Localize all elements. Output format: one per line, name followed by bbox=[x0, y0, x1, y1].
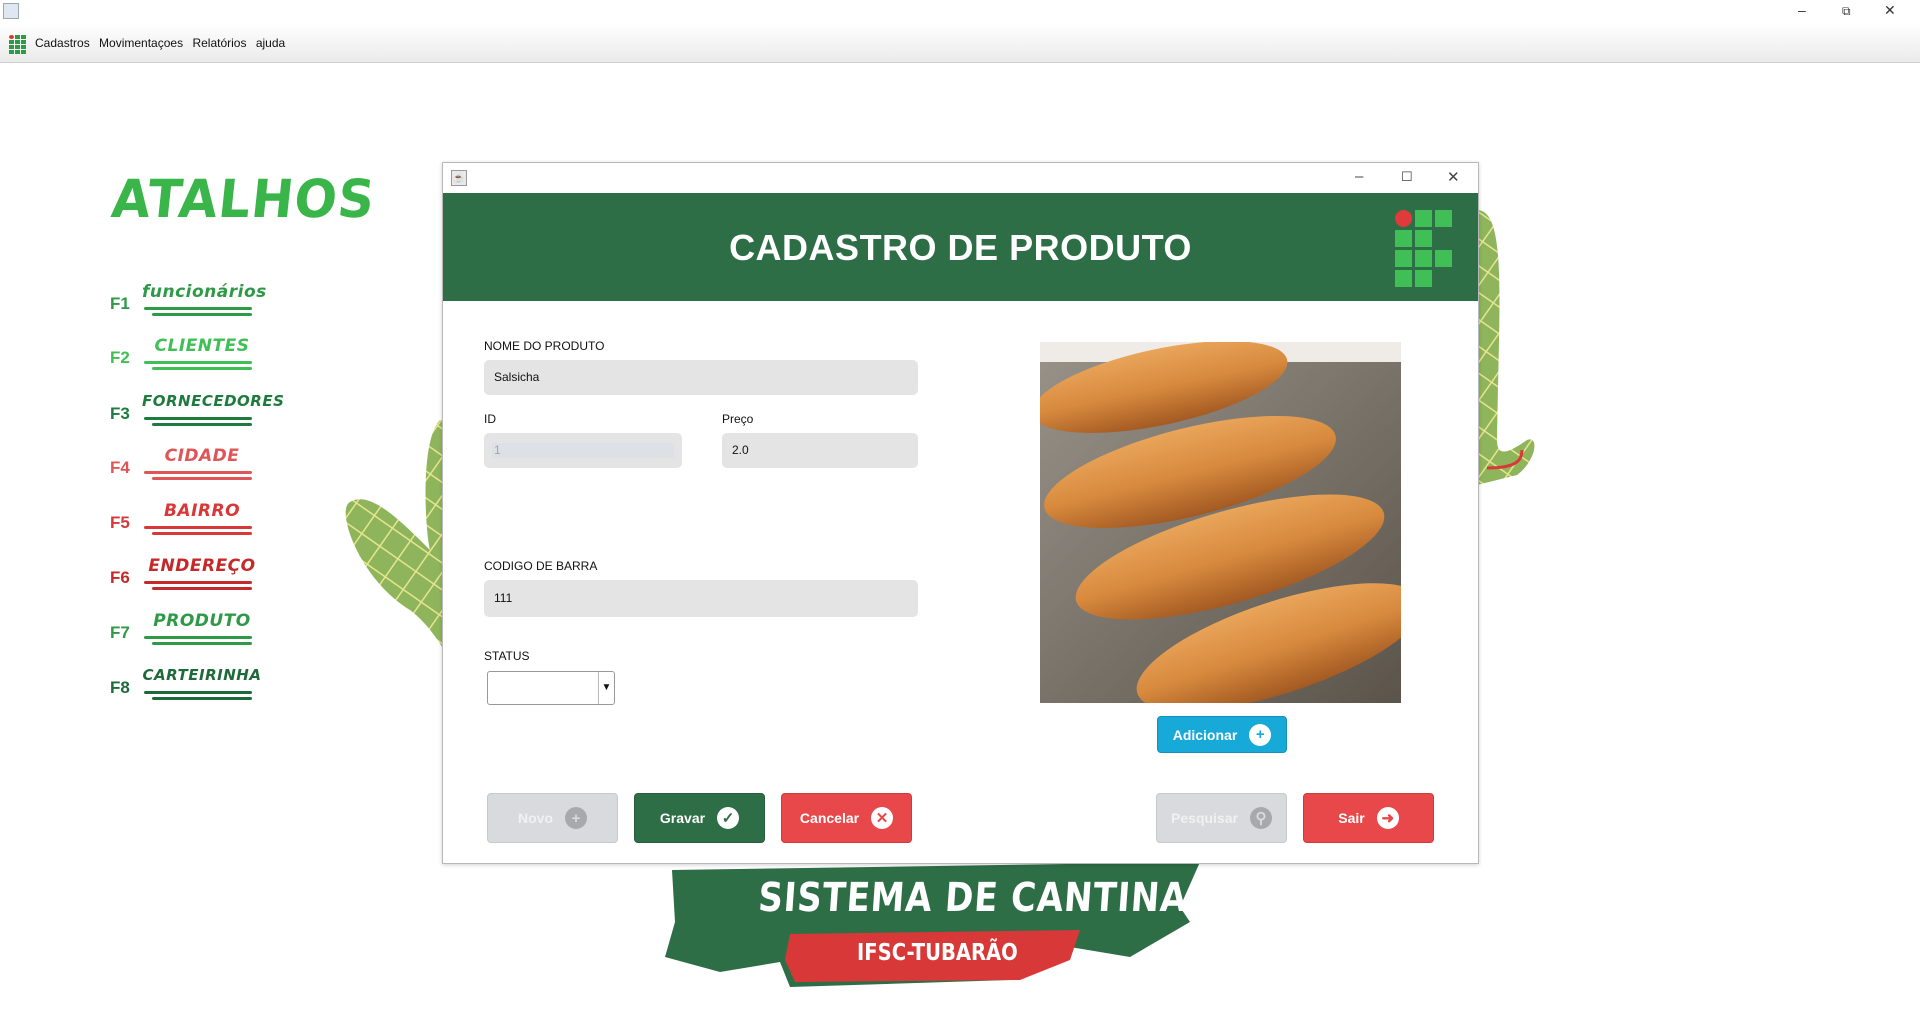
gravar-button[interactable]: Gravar ✓ bbox=[634, 793, 765, 843]
underline-decoration bbox=[152, 642, 252, 645]
menu-relatorios[interactable]: Relatórios bbox=[192, 36, 246, 50]
shortcut-label: ENDEREÇO bbox=[148, 556, 256, 576]
banner-title: SISTEMA DE CANTINA bbox=[756, 875, 1189, 921]
gravar-label: Gravar bbox=[659, 810, 706, 826]
preco-label: Preço bbox=[722, 412, 754, 426]
underline-decoration bbox=[144, 636, 252, 639]
underline-decoration bbox=[144, 417, 252, 420]
close-window-icon[interactable]: ✕ bbox=[1884, 2, 1896, 19]
underline-decoration bbox=[144, 581, 252, 584]
product-image bbox=[1040, 342, 1401, 703]
menu-cadastros[interactable]: Cadastros bbox=[35, 36, 90, 50]
novo-label: Novo bbox=[518, 810, 553, 826]
shortcut-key: F8 bbox=[110, 678, 130, 697]
underline-decoration bbox=[152, 477, 252, 480]
shortcut-f4[interactable]: F4 CIDADE bbox=[110, 446, 270, 486]
shortcut-label: FORNECEDORES bbox=[142, 392, 285, 410]
shortcut-f3[interactable]: F3 FORNECEDORES bbox=[110, 392, 285, 432]
ifsc-logo-icon bbox=[9, 35, 27, 55]
form-minimize-icon[interactable]: – bbox=[1355, 168, 1363, 185]
shortcut-label: PRODUTO bbox=[153, 611, 251, 631]
java-app-icon bbox=[3, 3, 19, 19]
underline-decoration bbox=[144, 361, 252, 364]
shortcut-label: CIDADE bbox=[164, 446, 240, 466]
form-close-icon[interactable]: ✕ bbox=[1447, 168, 1460, 186]
form-header: CADASTRO DE PRODUTO bbox=[443, 193, 1478, 301]
underline-decoration bbox=[152, 532, 252, 535]
x-circle-icon: ✕ bbox=[871, 807, 894, 829]
shortcut-label: funcionários bbox=[142, 282, 267, 302]
nome-produto-field[interactable]: Salsicha bbox=[484, 360, 918, 395]
ifsc-logo-icon bbox=[1395, 210, 1452, 287]
underline-decoration bbox=[152, 423, 252, 426]
underline-decoration bbox=[144, 307, 252, 310]
exit-icon: ➜ bbox=[1376, 807, 1399, 829]
adicionar-imagem-button[interactable]: Adicionar + bbox=[1157, 716, 1287, 753]
menu-movimentacoes[interactable]: Movimentaçoes bbox=[99, 36, 183, 50]
underline-decoration bbox=[152, 367, 252, 370]
novo-button[interactable]: Novo + bbox=[487, 793, 618, 843]
adicionar-label: Adicionar bbox=[1172, 726, 1238, 743]
underline-decoration bbox=[152, 313, 252, 316]
main-titlebar: – ⧉ ✕ bbox=[0, 0, 1920, 24]
shortcut-key: F3 bbox=[110, 404, 130, 423]
id-field: 1 bbox=[484, 433, 682, 468]
shortcut-key: F1 bbox=[110, 294, 130, 313]
shortcut-key: F2 bbox=[110, 348, 130, 367]
shortcut-key: F4 bbox=[110, 458, 130, 477]
underline-decoration bbox=[152, 697, 252, 700]
nome-label: NOME DO PRODUTO bbox=[484, 339, 605, 353]
sair-button[interactable]: Sair ➜ bbox=[1303, 793, 1434, 843]
product-form-window: ☕ – ☐ ✕ CADASTRO DE PRODUTO NOME DO PROD… bbox=[442, 162, 1479, 864]
shortcut-label: CLIENTES bbox=[154, 336, 250, 356]
shortcut-f2[interactable]: F2 CLIENTES bbox=[110, 336, 270, 376]
cancelar-label: Cancelar bbox=[799, 810, 860, 826]
shortcut-f5[interactable]: F5 BAIRRO bbox=[110, 501, 270, 541]
id-value: 1 bbox=[492, 443, 674, 458]
search-icon: ⚲ bbox=[1249, 807, 1272, 829]
form-titlebar[interactable]: ☕ – ☐ ✕ bbox=[443, 163, 1478, 193]
status-label: STATUS bbox=[484, 649, 530, 663]
page-title: CADASTRO DE PRODUTO bbox=[729, 227, 1192, 268]
shortcut-key: F6 bbox=[110, 568, 130, 587]
plus-circle-icon: + bbox=[565, 807, 587, 829]
minimize-icon[interactable]: – bbox=[1798, 2, 1806, 18]
preco-field[interactable]: 2.0 bbox=[722, 433, 918, 468]
pesquisar-label: Pesquisar bbox=[1171, 810, 1238, 826]
underline-decoration bbox=[152, 587, 252, 590]
menu-bar: Cadastros Movimentaçoes Relatórios ajuda bbox=[0, 24, 1920, 63]
menu-ajuda[interactable]: ajuda bbox=[256, 36, 285, 50]
restore-icon[interactable]: ⧉ bbox=[1842, 4, 1851, 19]
underline-decoration bbox=[144, 526, 252, 529]
shortcut-f6[interactable]: F6 ENDEREÇO bbox=[110, 556, 270, 596]
java-frame-icon: ☕ bbox=[451, 170, 467, 186]
shortcut-f8[interactable]: F8 CARTEIRINHA bbox=[110, 666, 270, 706]
shortcut-f7[interactable]: F7 PRODUTO bbox=[110, 611, 270, 651]
sair-label: Sair bbox=[1338, 810, 1365, 826]
shortcut-key: F5 bbox=[110, 513, 130, 532]
form-maximize-icon[interactable]: ☐ bbox=[1401, 169, 1413, 185]
shortcut-label: BAIRRO bbox=[163, 501, 241, 521]
chevron-down-icon[interactable]: ▼ bbox=[598, 672, 614, 704]
shortcut-key: F7 bbox=[110, 623, 130, 642]
status-select[interactable]: ▼ bbox=[487, 671, 615, 705]
right-cactus-decoration bbox=[1477, 210, 1535, 485]
underline-decoration bbox=[144, 471, 252, 474]
codigo-barra-field[interactable]: 111 bbox=[484, 580, 918, 617]
banner-subtitle: IFSC-TUBARÃO bbox=[857, 940, 1018, 966]
id-label: ID bbox=[484, 412, 496, 426]
pesquisar-button[interactable]: Pesquisar ⚲ bbox=[1156, 793, 1287, 843]
codigo-label: CODIGO DE BARRA bbox=[484, 559, 598, 573]
shortcut-f1[interactable]: F1 funcionários bbox=[110, 282, 270, 322]
check-circle-icon: ✓ bbox=[717, 807, 740, 829]
underline-decoration bbox=[144, 691, 252, 694]
shortcuts-title: ATALHOS bbox=[108, 168, 379, 230]
cancelar-button[interactable]: Cancelar ✕ bbox=[781, 793, 912, 843]
shortcut-label: CARTEIRINHA bbox=[142, 666, 262, 684]
plus-circle-icon: + bbox=[1249, 723, 1272, 746]
